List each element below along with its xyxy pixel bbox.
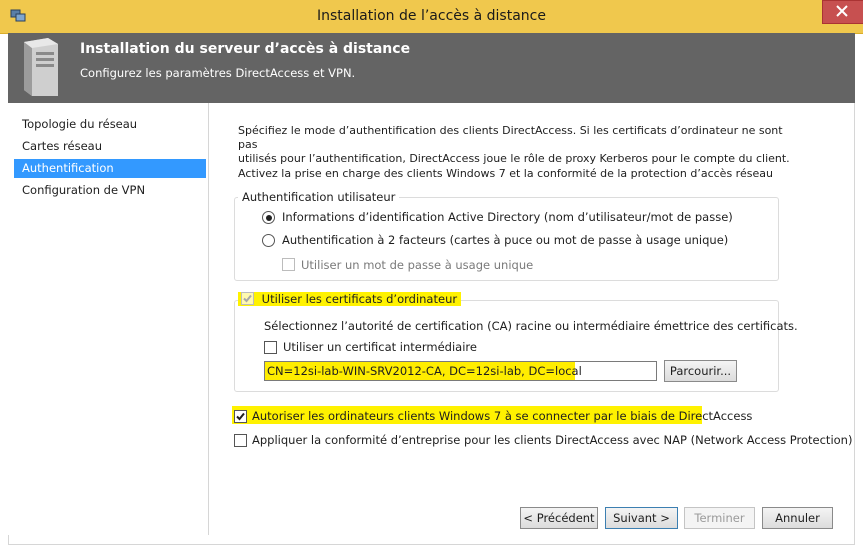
ca-input-value: CN=12si-lab-WIN-SRV2012-CA, DC=12si-lab,… [267,364,582,378]
wizard-header: Installation du serveur d’accès à distan… [8,33,855,103]
cancel-button[interactable]: Annuler [762,507,833,529]
description-line: Activez la prise en charge des clients W… [238,166,773,180]
radio-ad-credentials[interactable] [262,211,275,224]
window-title: Installation de l’accès à distance [317,8,546,24]
checkbox-intermediate-cert[interactable] [264,341,277,354]
ca-instructions: Sélectionnez l’autorité de certification… [264,319,798,333]
checkbox-win7[interactable] [234,410,247,423]
check-icon [236,412,245,421]
checkbox-computer-certs[interactable] [241,292,254,305]
close-icon [836,5,848,17]
close-button[interactable] [822,0,863,24]
checkbox-nap[interactable] [234,434,247,447]
checkbox-nap-label: Appliquer la conformité d’entreprise pou… [252,433,853,447]
checkbox-win7-label: Autoriser les ordinateurs clients Window… [252,409,753,423]
checkbox-intermediate-label: Utiliser un certificat intermédiaire [283,340,477,354]
check-icon [243,294,252,303]
server-icon [24,38,58,96]
step-cartes-reseau[interactable]: Cartes réseau [14,137,206,156]
description-line: Spécifiez le mode d’authentification des… [238,124,783,152]
title-bar: Installation de l’accès à distance [0,0,863,34]
description: Spécifiez le mode d’authentification des… [238,124,798,181]
radio-ad-label: Informations d’identification Active Dir… [282,210,733,224]
radio-2fa-label: Authentification à 2 facteurs (cartes à … [282,233,729,247]
wizard-steps: Topologie du réseau Cartes réseau Authen… [8,103,209,535]
step-authentification[interactable]: Authentification [14,159,206,178]
checkbox-otp-label: Utiliser un mot de passe à usage unique [301,258,534,272]
description-line: utilisés pour l’authentification, Direct… [238,152,790,166]
certs-legend: Utiliser les certificats d’ordinateur [261,292,458,306]
header-subtitle: Configurez les paramètres DirectAccess e… [80,66,356,80]
next-button[interactable]: Suivant > [605,507,678,529]
browse-button[interactable]: Parcourir... [664,360,737,382]
certs-legend-wrap: Utiliser les certificats d’ordinateur [238,292,462,306]
step-configuration-vpn[interactable]: Configuration de VPN [14,181,206,200]
ca-input[interactable]: CN=12si-lab-WIN-SRV2012-CA, DC=12si-lab,… [264,361,657,381]
checkbox-otp[interactable] [282,258,295,271]
user-auth-legend: Authentification utilisateur [238,190,400,204]
previous-button[interactable]: < Précédent [520,507,598,529]
step-topologie[interactable]: Topologie du réseau [14,115,206,134]
finish-button[interactable]: Terminer [684,507,755,529]
header-title: Installation du serveur d’accès à distan… [80,41,411,57]
radio-2fa[interactable] [262,234,275,247]
